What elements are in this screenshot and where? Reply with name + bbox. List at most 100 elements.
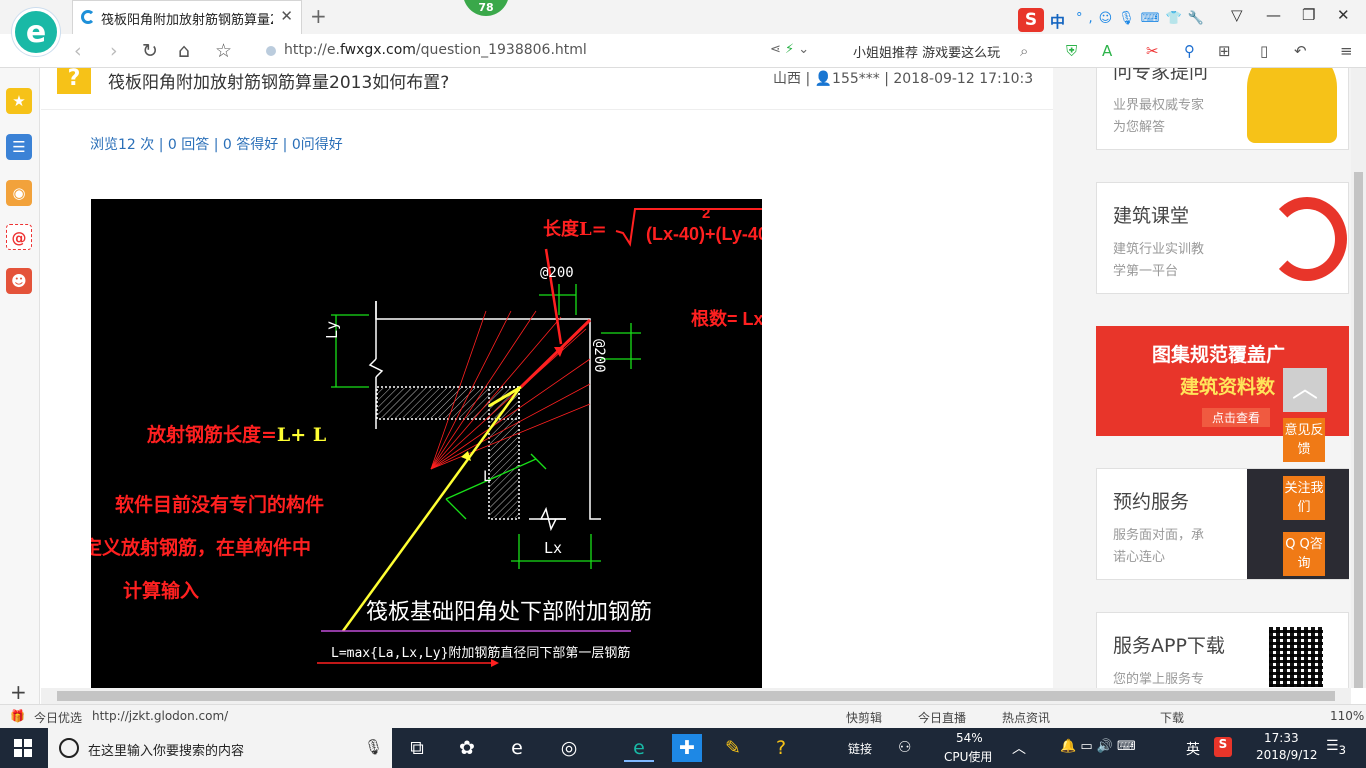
note-line-2: 定义放射钢筋，在单构件中 (91, 537, 312, 559)
note-line-1: 软件目前没有专门的构件 (115, 494, 325, 516)
link-toolbar-label[interactable]: 链接 (848, 740, 872, 757)
ie-taskbar-icon[interactable]: e (502, 734, 532, 762)
horizontal-scroll-thumb[interactable] (57, 691, 1335, 701)
banner-line-2: 建筑资料数 (1180, 376, 1276, 398)
new-tab-button[interactable]: + (310, 4, 327, 28)
question-panel: ? 筏板阳角附加放射筋钢筋算量2013如何布置? 山西 | 👤155*** | … (41, 68, 1053, 688)
vertical-scrollbar[interactable] (1351, 68, 1366, 688)
skin-button[interactable]: ▽ (1231, 6, 1243, 24)
minimize-button[interactable]: — (1266, 6, 1281, 24)
tab-close-button[interactable]: ✕ (280, 7, 293, 25)
address-field[interactable]: http://e.fwxgx.com/question_1938806.html (284, 42, 587, 58)
qr-code-icon (1269, 627, 1323, 687)
zoom-level[interactable]: 110% (1330, 709, 1364, 723)
feedback-button[interactable]: 意见反馈 (1283, 418, 1325, 462)
tray-icons[interactable]: 🔔 ▭ 🔊 ⌨ (1060, 739, 1136, 754)
glodon-taskbar-icon[interactable]: ✚ (672, 734, 702, 762)
ime-toolbar[interactable]: S 中 °,☺🎙⌨👕🔧 (1018, 8, 1228, 32)
notes-taskbar-icon[interactable]: ✎ (718, 734, 748, 762)
classroom-logo-icon (1267, 197, 1347, 281)
length-formula-sup1: 2 (702, 205, 711, 222)
scissors-icon[interactable]: ✂ (1146, 42, 1159, 60)
help-taskbar-icon[interactable]: ? (766, 734, 796, 762)
dim-l-label: L (483, 469, 492, 485)
cpu-percent: 54% (956, 731, 983, 745)
app-card-title: 服务APP下载 (1113, 635, 1225, 657)
browser-logo-icon[interactable]: e (12, 8, 60, 56)
game-icon[interactable]: ☻ (6, 268, 32, 294)
star-icon[interactable]: ★ (6, 88, 32, 114)
magnifier-icon[interactable]: ⚲ (1184, 42, 1195, 60)
question-stats: 浏览12 次 | 0 回答 | 0 答得好 | 0问得好 (90, 137, 343, 153)
active-browser-taskbar-icon[interactable]: e (624, 734, 654, 762)
sogou-ime-icon[interactable]: S (1018, 8, 1044, 32)
maximize-button[interactable]: ❐ (1302, 6, 1315, 24)
status-item-news[interactable]: 热点资讯 (1002, 709, 1050, 726)
chevron-up-icon[interactable]: ︿ (1012, 738, 1026, 758)
security-icon[interactable] (266, 46, 276, 56)
expert-card[interactable]: 问专家提问 业界最权威专家 为您解答 (1096, 68, 1349, 150)
translate-icon[interactable]: A (1102, 42, 1112, 60)
vertical-scroll-thumb[interactable] (1354, 172, 1363, 688)
clock-time[interactable]: 17:33 (1264, 731, 1299, 745)
ime-language[interactable]: 英 (1186, 739, 1200, 759)
close-window-button[interactable]: ✕ (1337, 6, 1350, 24)
network-person-icon[interactable]: ⚇ (898, 738, 911, 756)
home-icon[interactable]: ⌂ (178, 40, 190, 62)
browser-tab[interactable]: 筏板阳角附加放射筋钢筋算量2013如何布置? - 服务新干线 ✕ (72, 0, 302, 34)
forward-icon[interactable]: › (110, 40, 118, 62)
add-sidebar-button[interactable]: + (10, 680, 27, 704)
follow-us-button[interactable]: 关注我们 (1283, 476, 1325, 520)
page-content: ? 筏板阳角附加放射筋钢筋算量2013如何布置? 山西 | 👤155*** | … (41, 68, 1351, 688)
classroom-card[interactable]: 建筑课堂 建筑行业实训教 学第一平台 (1096, 182, 1349, 294)
windows-start-icon[interactable] (14, 739, 32, 757)
sogou-tray-icon[interactable]: S (1214, 737, 1232, 757)
apps-icon[interactable]: ⊞ (1218, 42, 1231, 60)
task-view-icon[interactable]: ⧉ (402, 734, 432, 762)
share-icon[interactable]: ⋖ ⚡ ⌄ (770, 42, 809, 57)
expert-avatar-icon (1247, 68, 1337, 143)
taskbar-search-box[interactable]: 在这里输入你要搜索的内容 🎙 (48, 728, 392, 768)
refresh-icon[interactable]: ↻ (142, 40, 158, 62)
status-item-clip[interactable]: 快剪辑 (846, 709, 882, 726)
navigation-bar: ‹ › ↻ ⌂ ☆ http://e.fwxgx.com/question_19… (0, 34, 1366, 68)
weibo-icon[interactable]: ◉ (6, 180, 32, 206)
search-icon[interactable]: ⌕ (1020, 42, 1028, 60)
status-item-download[interactable]: 下载 (1160, 709, 1184, 726)
score-badge[interactable]: 78 (463, 0, 509, 16)
question-header: ? 筏板阳角附加放射筋钢筋算量2013如何布置? 山西 | 👤155*** | … (41, 68, 1053, 110)
browser-360-taskbar-icon[interactable]: ◎ (554, 734, 584, 762)
status-item-live[interactable]: 今日直播 (918, 709, 966, 726)
dim-ly-label: Ly (323, 320, 341, 339)
qq-consult-button[interactable]: Q Q咨询 (1283, 532, 1325, 576)
promo-link[interactable]: 小姐姐推荐 游戏要这么玩 (853, 42, 1000, 61)
mail-icon[interactable]: @ (6, 224, 32, 250)
undo-icon[interactable]: ↶ (1294, 42, 1307, 60)
ime-tool-icons[interactable]: °,☺🎙⌨👕🔧 (1076, 11, 1210, 26)
today-picks-label[interactable]: 今日优选 (34, 709, 82, 726)
cortana-icon[interactable] (59, 738, 79, 758)
status-url: http://jzkt.glodon.com/ (92, 709, 229, 723)
menu-icon[interactable]: ≡ (1340, 42, 1353, 60)
back-icon[interactable]: ‹ (74, 40, 82, 62)
shield-icon[interactable]: ⛨ (1066, 42, 1077, 60)
tablet-icon[interactable]: ▯ (1260, 42, 1268, 60)
back-to-top-button[interactable]: ︿ (1283, 368, 1327, 412)
notification-icon[interactable]: ☰3 (1326, 738, 1346, 757)
fan-app-icon[interactable]: ✿ (452, 734, 482, 762)
ime-mode-label[interactable]: 中 (1050, 11, 1065, 32)
gift-icon[interactable]: 🎁 (10, 709, 25, 723)
clock-date[interactable]: 2018/9/12 (1256, 748, 1318, 762)
banner-link[interactable]: 点击查看 (1202, 408, 1271, 427)
news-icon[interactable]: ☰ (6, 134, 32, 160)
favorite-star-icon[interactable]: ☆ (215, 40, 232, 62)
count-formula: 根数= Lx/200 +Ly/200+1= (691, 309, 762, 329)
cad-drawing-image[interactable]: 长度L= (Lx-40)+(Ly-40) 2 2 = 根数= Lx/200 +L… (91, 199, 762, 688)
taskbar-search-placeholder[interactable]: 在这里输入你要搜索的内容 (88, 740, 244, 759)
cad-title: 筏板基础阳角处下部附加钢筋 (366, 600, 653, 625)
classroom-card-desc: 建筑行业实训教 学第一平台 (1113, 242, 1205, 279)
app-download-card[interactable]: 服务APP下载 您的掌上服务专 (1096, 612, 1349, 688)
horizontal-scrollbar[interactable] (41, 688, 1351, 704)
question-title: 筏板阳角附加放射筋钢筋算量2013如何布置? (108, 73, 450, 93)
microphone-icon[interactable]: 🎙 (364, 738, 383, 756)
